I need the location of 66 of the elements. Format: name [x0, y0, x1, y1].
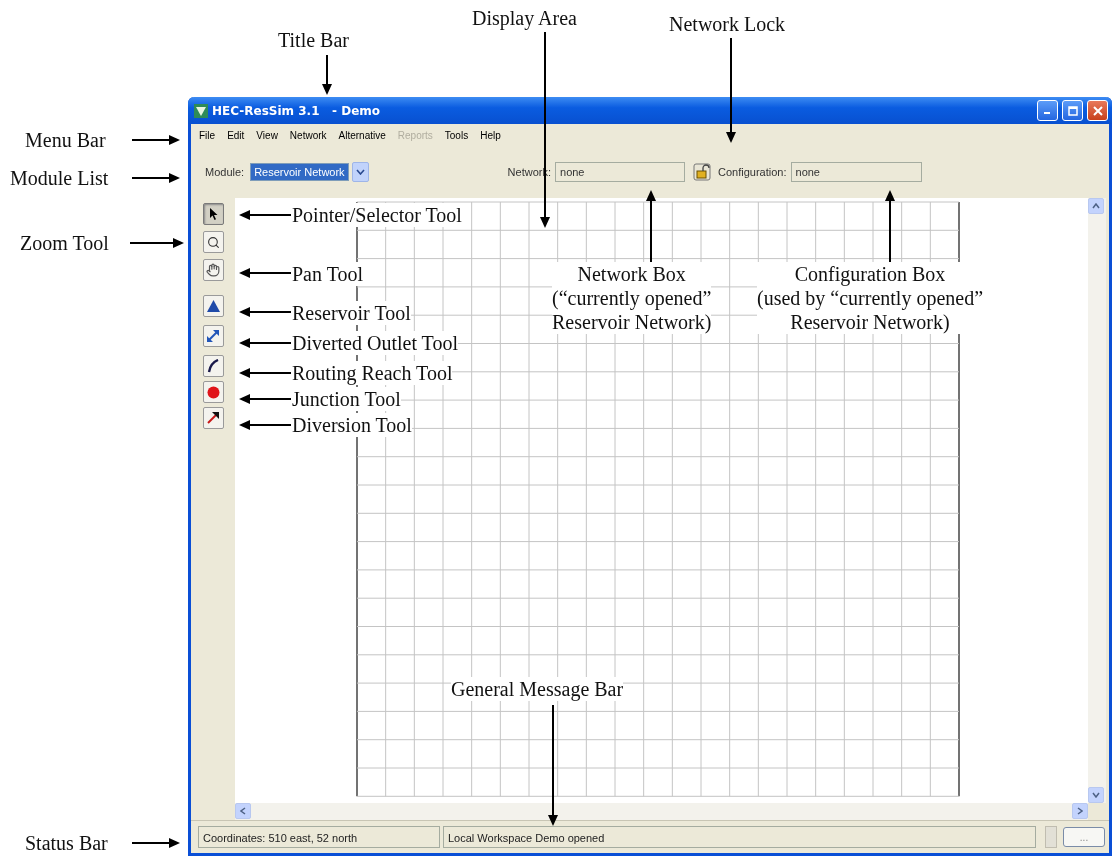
menu-item[interactable]: Tools: [438, 129, 475, 141]
callout-arrow: [131, 135, 180, 145]
callout-arrow: [239, 307, 292, 317]
callout-arrow: [239, 420, 292, 430]
lock-button[interactable]: [692, 162, 712, 182]
callout-label: Routing Reach Tool: [292, 361, 453, 385]
chevron-down-icon: [355, 169, 365, 175]
tool-button[interactable]: [202, 231, 224, 253]
maximize-icon: [1067, 105, 1078, 116]
callout-label: Configuration Box (used by “currently opened” Reservoir Network): [757, 262, 983, 334]
callout-label: Pan Tool: [292, 262, 363, 286]
close-button[interactable]: [1087, 100, 1108, 121]
horizontal-scrollbar[interactable]: [235, 803, 1088, 820]
module-label: Module:: [205, 165, 245, 180]
callout-arrow: [239, 338, 292, 348]
tool-button[interactable]: [202, 259, 224, 281]
callout-label: Pointer/Selector Tool: [292, 203, 462, 227]
tool-button[interactable]: [202, 325, 224, 347]
callout-label: Junction Tool: [292, 387, 401, 411]
chevron-left-icon: [240, 807, 246, 815]
app-icon: [194, 103, 208, 118]
message-field: Local Workspace Demo opened: [443, 826, 1036, 848]
circle-icon: [206, 385, 220, 399]
magnifier-icon: [206, 235, 220, 249]
configuration-label: Configuration:: [718, 165, 787, 180]
maximize-button[interactable]: [1062, 100, 1083, 121]
menu-item[interactable]: Alternative: [332, 129, 392, 141]
tool-button[interactable]: [202, 355, 224, 377]
callout-arrow: [131, 838, 180, 848]
double-arrow-icon: [206, 329, 220, 343]
callout-arrow: [131, 173, 180, 183]
callout-arrow: [239, 394, 292, 404]
callout-arrow: [239, 210, 292, 220]
hand-icon: [206, 263, 220, 277]
tool-button[interactable]: [202, 407, 224, 429]
more-button[interactable]: ...: [1063, 827, 1105, 847]
coordinates-field: Coordinates: 510 east, 52 north: [198, 826, 440, 848]
callout-arrow: [322, 54, 332, 95]
menu-item[interactable]: Help: [474, 129, 507, 141]
minimize-button[interactable]: [1037, 100, 1058, 121]
pointer-icon: [208, 208, 218, 220]
menu-item[interactable]: File: [193, 129, 222, 141]
tool-button[interactable]: [202, 203, 224, 225]
vertical-scrollbar[interactable]: [1088, 198, 1106, 803]
menu-item[interactable]: Edit: [221, 129, 251, 141]
triangle-icon: [206, 300, 220, 312]
menu-item[interactable]: View: [250, 129, 284, 141]
callout-label: Network Box (“currently opened” Reservoir Network): [552, 262, 712, 334]
callout-arrow: [129, 238, 184, 248]
menu-item[interactable]: Network: [283, 129, 333, 141]
configuration-field[interactable]: none: [790, 162, 922, 182]
arrow-icon: [206, 411, 220, 425]
window-title: HEC-ResSim 3.1 - Demo: [212, 103, 382, 118]
network-field[interactable]: none: [555, 162, 685, 182]
close-icon: [1092, 105, 1103, 116]
curve-icon: [207, 359, 219, 373]
chevron-right-icon: [1077, 807, 1083, 815]
callout-label: Reservoir Tool: [292, 301, 411, 325]
callout-label: General Message Bar: [451, 677, 624, 701]
tool-button[interactable]: [202, 295, 224, 317]
chevron-down-icon: [1092, 792, 1100, 798]
callout-label: Diversion Tool: [292, 413, 412, 437]
callout-arrow: [239, 268, 292, 278]
chevron-up-icon: [1092, 203, 1100, 209]
callout-label: Diverted Outlet Tool: [292, 331, 458, 355]
callout-arrow: [239, 368, 292, 378]
